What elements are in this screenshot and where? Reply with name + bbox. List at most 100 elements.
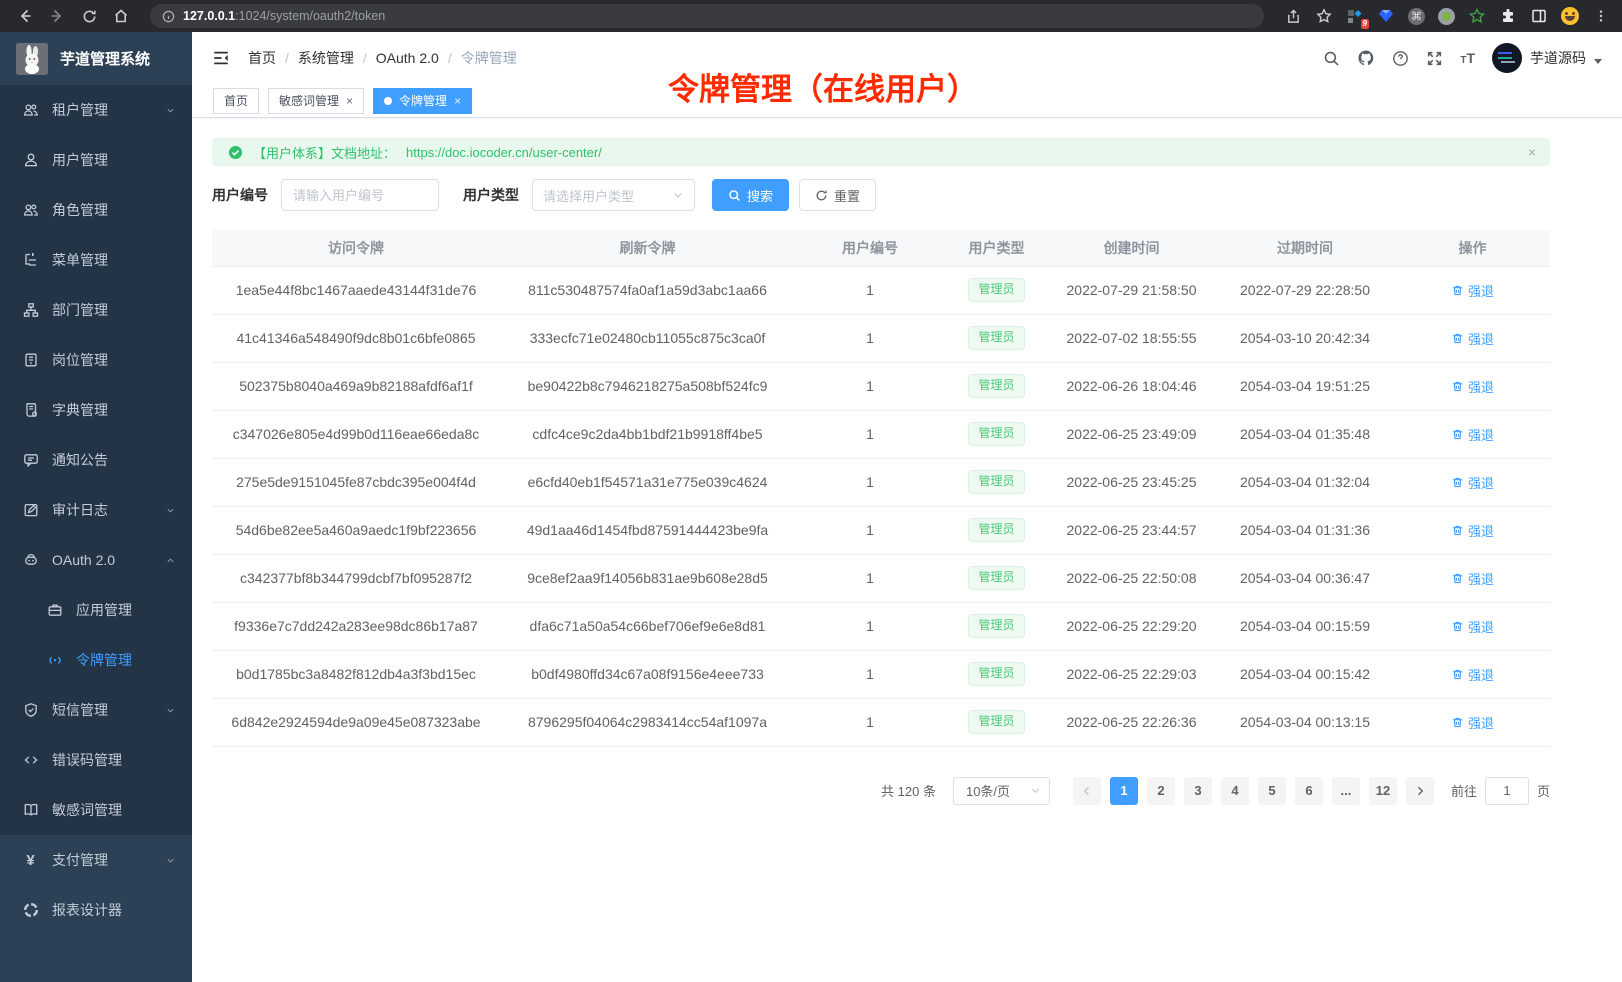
sidebar-item-sensitive-word[interactable]: 敏感词管理 [0,785,192,835]
page-ellipsis[interactable]: ... [1332,777,1360,805]
home-icon[interactable] [108,3,134,29]
bookmark-star-icon[interactable] [1315,7,1333,25]
page-size-select[interactable]: 10条/页 [953,777,1050,805]
reload-icon[interactable] [76,3,102,29]
page-button-3[interactable]: 3 [1184,777,1212,805]
user-type-cell: 管理员 [945,458,1048,506]
page-button-12[interactable]: 12 [1369,777,1397,805]
breadcrumb-item: 令牌管理 [461,48,517,68]
chevron-up-icon [165,555,176,566]
chevron-down-icon [1030,785,1041,796]
sidebar-menu-bottom: ¥ 支付管理 报表设计器 [0,835,192,982]
user-type-tag: 管理员 [968,326,1024,350]
close-icon[interactable]: × [346,95,353,107]
star-extension-icon[interactable] [1468,7,1486,25]
back-icon[interactable] [12,3,38,29]
sidebar-item-dept[interactable]: 部门管理 [0,285,192,335]
sidebar-item-report-designer[interactable]: 报表设计器 [0,885,192,935]
sidebar-item-post[interactable]: 岗位管理 [0,335,192,385]
sidebar-item-audit-log[interactable]: 审计日志 [0,485,192,535]
side-panel-icon[interactable] [1530,7,1548,25]
tag-views-bar: 首页 敏感词管理 × 令牌管理 × [192,84,1622,118]
font-size-icon[interactable]: TT [1460,50,1475,66]
close-icon[interactable]: × [454,95,461,107]
force-logout-button[interactable]: 强退 [1451,713,1494,732]
gem-extension-icon[interactable] [1377,7,1395,25]
alert-doc-link[interactable]: https://doc.iocoder.cn/user-center/ [406,145,602,160]
tab-oauth2-token[interactable]: 令牌管理 × [373,88,472,114]
user-menu[interactable]: 芋道源码 [1492,43,1602,73]
user-id-cell: 1 [795,554,945,602]
url-bar[interactable]: 127.0.0.1:1024/system/oauth2/token [150,4,1264,28]
user-icon [22,152,39,169]
tab-groups-extension-icon[interactable]: 9 [1346,7,1364,25]
chrome-menu-icon[interactable] [1592,7,1610,25]
goto-page-input[interactable] [1485,777,1529,805]
force-logout-button[interactable]: 强退 [1451,281,1494,300]
collapse-sidebar-icon[interactable] [212,49,230,67]
page-button-2[interactable]: 2 [1147,777,1175,805]
force-logout-button[interactable]: 强退 [1451,569,1494,588]
search-icon [728,189,741,202]
user-type-cell: 管理员 [945,650,1048,698]
force-logout-button[interactable]: 强退 [1451,377,1494,396]
pie-icon [22,902,39,919]
tab-sensitive-word[interactable]: 敏感词管理 × [268,88,364,114]
help-icon[interactable] [1392,50,1409,67]
action-cell: 强退 [1395,314,1550,362]
sidebar-item-role[interactable]: 角色管理 [0,185,192,235]
force-logout-button[interactable]: 强退 [1451,521,1494,540]
page-button-1[interactable]: 1 [1110,777,1138,805]
prev-page-button[interactable] [1073,777,1101,805]
force-logout-button[interactable]: 强退 [1451,665,1494,684]
force-logout-button[interactable]: 强退 [1451,329,1494,348]
breadcrumb-item[interactable]: 首页 [248,48,276,68]
expire-time-cell: 2022-07-29 22:28:50 [1215,266,1395,314]
action-cell: 强退 [1395,650,1550,698]
site-info-icon[interactable] [162,10,175,23]
sidebar-item-tenant[interactable]: 租户管理 [0,85,192,135]
github-icon[interactable] [1357,49,1375,67]
alert-close-icon[interactable]: × [1528,145,1536,159]
force-logout-button[interactable]: 强退 [1451,617,1494,636]
sidebar-item-notice[interactable]: 通知公告 [0,435,192,485]
refresh-token-cell: 49d1aa46d1454fbd87591444423be9fa [500,506,795,554]
recorder-extension-icon[interactable] [1438,8,1455,25]
tab-home[interactable]: 首页 [213,88,259,114]
sidebar-item-oauth2-token[interactable]: 令牌管理 [0,635,192,685]
force-logout-button[interactable]: 强退 [1451,425,1494,444]
url-text: 127.0.0.1:1024/system/oauth2/token [183,9,385,23]
sidebar-item-oauth2[interactable]: OAuth 2.0 [0,535,192,585]
profile-avatar-icon[interactable] [1561,7,1579,25]
next-page-button[interactable] [1406,777,1434,805]
page-button-5[interactable]: 5 [1258,777,1286,805]
topbar: 首页/系统管理/OAuth 2.0/令牌管理 TT [192,32,1622,84]
page-button-6[interactable]: 6 [1295,777,1323,805]
forward-icon[interactable] [44,3,70,29]
command-extension-icon[interactable]: ⌘ [1408,8,1425,25]
user-avatar [1492,43,1522,73]
access-token-cell: b0d1785bc3a8482f812db4a3f3bd15ec [212,650,500,698]
breadcrumb-item[interactable]: 系统管理 [298,48,354,68]
sidebar-item-menu[interactable]: 菜单管理 [0,235,192,285]
sidebar-item-pay[interactable]: ¥ 支付管理 [0,835,192,885]
page-button-4[interactable]: 4 [1221,777,1249,805]
breadcrumb-item[interactable]: OAuth 2.0 [376,50,439,66]
sidebar-item-sms[interactable]: 短信管理 [0,685,192,735]
sidebar-item-error-code[interactable]: 错误码管理 [0,735,192,785]
search-icon[interactable] [1323,50,1340,67]
reset-button[interactable]: 重置 [799,179,876,211]
force-logout-button[interactable]: 强退 [1451,473,1494,492]
search-button[interactable]: 搜索 [712,179,789,211]
share-icon[interactable] [1284,7,1302,25]
user-type-select[interactable]: 请选择用户类型 [532,179,695,211]
expire-time-cell: 2054-03-04 01:35:48 [1215,410,1395,458]
sidebar-item-dict[interactable]: 字典管理 [0,385,192,435]
puzzle-extensions-icon[interactable] [1499,7,1517,25]
sidebar-item-oauth2-app[interactable]: 应用管理 [0,585,192,635]
user-id-input[interactable] [281,179,439,211]
sidebar-item-user[interactable]: 用户管理 [0,135,192,185]
app-logo[interactable]: 芋道管理系统 [0,32,192,85]
breadcrumb: 首页/系统管理/OAuth 2.0/令牌管理 [248,48,517,68]
fullscreen-icon[interactable] [1426,50,1443,67]
